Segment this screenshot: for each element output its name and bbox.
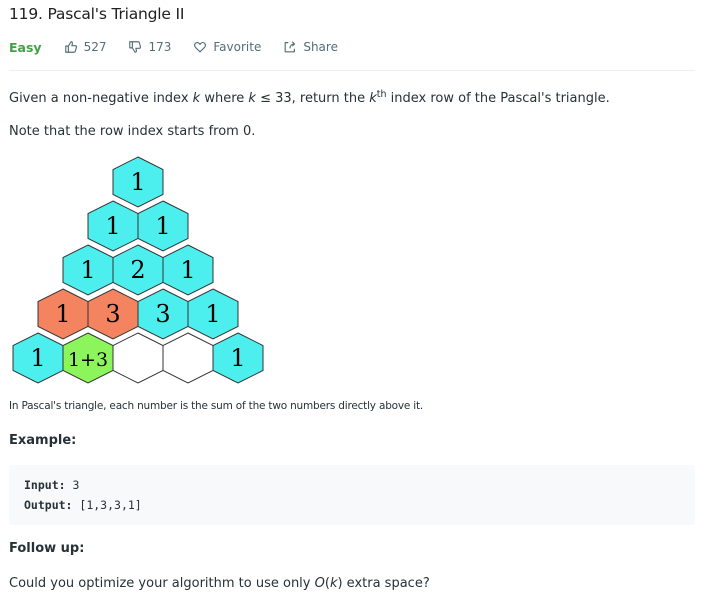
follow-up-text: Could you optimize your algorithm to use… — [9, 576, 430, 591]
favorite-label: Favorite — [213, 40, 262, 54]
index-note: Note that the row index starts from 0. — [9, 124, 256, 139]
follow-up-sentence: ) extra space? — [337, 576, 430, 591]
problem-meta-bar: Easy 527 173 Favorite Share — [9, 38, 360, 56]
dislike-button[interactable]: 173 — [128, 40, 171, 54]
problem-title: 119. Pascal's Triangle II — [9, 5, 185, 23]
input-label: Input: — [24, 478, 66, 492]
thumbs-up-icon — [64, 41, 77, 53]
dislike-count: 173 — [148, 40, 172, 54]
hex-cell-value: 3 — [155, 300, 170, 328]
share-label: Share — [303, 40, 338, 54]
share-icon — [284, 41, 296, 53]
hex-cell — [162, 332, 214, 384]
share-button[interactable]: Share — [283, 40, 338, 54]
hex-cell-value: 1 — [30, 344, 45, 372]
hex-cell — [112, 332, 164, 384]
statement-text: Given a non-negative index — [9, 91, 193, 106]
header-divider — [9, 70, 695, 71]
problem-statement: Given a non-negative index k where k ≤ 3… — [9, 89, 610, 106]
favorite-button[interactable]: Favorite — [193, 40, 261, 54]
var-k: k — [369, 91, 377, 106]
hex-cell-value: 1 — [130, 168, 145, 196]
statement-text: where — [200, 91, 249, 106]
output-label: Output: — [24, 498, 73, 512]
hex-cell-value: 1 — [205, 300, 220, 328]
big-o: O — [314, 576, 325, 591]
example-heading: Example: — [9, 433, 77, 448]
output-value: [1,3,3,1] — [79, 498, 142, 512]
superscript-th: th — [376, 89, 387, 100]
statement-text: ≤ 33, return the — [255, 91, 370, 106]
like-count: 527 — [83, 40, 107, 54]
example-output-line: Output: [1,3,3,1] — [24, 498, 142, 512]
hex-cell-value: 1 — [105, 212, 120, 240]
hex-cell-value: 3 — [105, 300, 120, 328]
hex-cell-value: 1+3 — [68, 349, 108, 371]
hex-cell-value: 2 — [130, 256, 145, 284]
example-input-line: Input: 3 — [24, 478, 79, 492]
figure-caption: In Pascal's triangle, each number is the… — [9, 400, 424, 412]
hex-cell-value: 1 — [55, 300, 70, 328]
follow-up-heading: Follow up: — [9, 541, 85, 556]
statement-text: index row of the Pascal's triangle. — [386, 91, 610, 106]
heart-icon — [194, 41, 207, 53]
var-k: k — [248, 91, 256, 106]
hex-cell-value: 1 — [80, 256, 95, 284]
hex-cell-value: 1 — [230, 344, 245, 372]
example-code-block: Input: 3 Output: [1,3,3,1] — [9, 465, 695, 525]
hex-cell-value: 1 — [155, 212, 170, 240]
like-button[interactable]: 527 — [64, 40, 107, 54]
thumbs-down-icon — [129, 41, 142, 53]
follow-up-sentence: Could you optimize your algorithm to use… — [9, 576, 315, 591]
hex-cell-value: 1 — [180, 256, 195, 284]
input-value: 3 — [72, 478, 80, 492]
pascal-triangle-figure: 11 11 2 11 3 3 11 1+3 1 — [12, 156, 264, 384]
difficulty-badge: Easy — [9, 39, 42, 55]
